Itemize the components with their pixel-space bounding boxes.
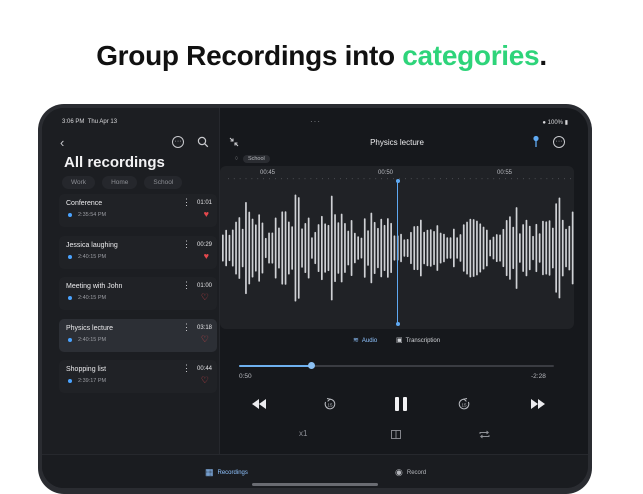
tab-transcription[interactable]: ▣ Transcription <box>396 336 440 344</box>
timeline-label: 00:50 <box>378 170 394 176</box>
tab-recordings[interactable]: ▦ Recordings <box>205 467 248 478</box>
pause-icon[interactable] <box>394 396 408 412</box>
status-dot <box>68 379 72 383</box>
item-menu-icon[interactable]: ⋮ <box>182 364 191 373</box>
pin-icon[interactable] <box>532 135 540 148</box>
svg-text:15: 15 <box>327 402 333 407</box>
status-dot <box>68 213 72 217</box>
back-icon[interactable]: ‹ <box>60 136 64 149</box>
elapsed-time: 0:50 <box>239 373 252 380</box>
category-tag[interactable]: ♢ School <box>234 155 270 163</box>
tag-icon: ♢ <box>234 156 239 162</box>
favorite-icon[interactable]: ♡ <box>201 334 209 344</box>
transcription-icon: ▣ <box>396 337 403 344</box>
status-bar: 3:06 PM Thu Apr 13 ··· ● 100% ▮ <box>42 117 588 129</box>
tab-bar: ▦ Recordings ◉ Record <box>42 454 588 488</box>
status-dot <box>68 337 72 342</box>
item-menu-icon[interactable]: ⋮ <box>182 239 191 248</box>
remaining-time: -2:28 <box>531 373 546 380</box>
recording-time: 2:39:17 PM <box>78 378 107 384</box>
search-icon[interactable] <box>197 136 209 148</box>
recording-duration: 00:29 <box>196 241 212 248</box>
recording-item[interactable]: Meeting with John 2:40:15 PM ⋮ 01:00 ♡ <box>59 277 217 310</box>
grid-icon: ▦ <box>205 467 214 477</box>
more-icon[interactable]: ··· <box>553 136 565 148</box>
audio-wave-icon: ≋ <box>353 337 359 344</box>
filter-chip[interactable]: Home <box>102 176 138 189</box>
recording-item[interactable]: Conference 2:35:54 PM ⋮ 01:01 ♥ <box>59 194 217 227</box>
recording-item[interactable]: Physics lecture 2:40:15 PM ⋮ 03:18 ♡ <box>59 318 217 352</box>
skip-back-icon[interactable]: 15 <box>324 398 336 410</box>
book-icon[interactable] <box>391 430 401 439</box>
tab-transcription-label: Transcription <box>405 338 441 344</box>
filter-chip[interactable]: School <box>144 176 183 189</box>
screen: ‹ ··· All recordings Work Home School Conf… <box>42 108 588 488</box>
playhead-handle[interactable] <box>395 322 400 326</box>
speed-button[interactable]: x1 <box>299 430 307 438</box>
tab-record-label: Record <box>406 470 427 476</box>
tab-record[interactable]: ◉ Record <box>395 467 426 478</box>
status-time: 3:06 PM Thu Apr 13 <box>62 119 118 125</box>
recording-time: 2:35:54 PM <box>78 212 107 218</box>
recording-item[interactable]: Jessica laughing 2:40:15 PM ⋮ 00:29 ♥ <box>59 235 217 269</box>
item-menu-icon[interactable]: ⋮ <box>182 281 191 290</box>
playhead-handle[interactable] <box>395 179 400 183</box>
status-dot <box>68 254 72 259</box>
filter-chip[interactable]: Work <box>62 176 96 189</box>
recording-duration: 03:18 <box>196 324 212 331</box>
repeat-icon[interactable] <box>479 430 490 439</box>
filter-chips: Work Home School <box>62 176 183 189</box>
timeline-label: 00:45 <box>260 170 276 176</box>
recording-time: 2:40:15 PM <box>78 295 107 301</box>
record-icon: ◉ <box>395 467 403 477</box>
rewind-icon[interactable] <box>251 398 267 410</box>
sidebar: ‹ ··· All recordings Work Home School Conf… <box>42 108 220 488</box>
recording-time: 2:40:15 PM <box>78 253 107 260</box>
skip-forward-icon[interactable]: 15 <box>458 398 470 410</box>
recording-duration: 00:44 <box>196 366 212 372</box>
recording-name: Conference <box>66 200 103 207</box>
tab-audio[interactable]: ≋ Audio <box>353 336 377 344</box>
playhead[interactable] <box>397 180 398 325</box>
favorite-icon[interactable]: ♥ <box>204 251 209 261</box>
page-title: All recordings <box>64 154 165 171</box>
home-indicator <box>252 483 378 486</box>
tag-label: School <box>242 155 270 163</box>
favorite-icon[interactable]: ♥ <box>204 210 209 219</box>
scrubber-knob[interactable] <box>307 362 315 369</box>
headline-accent: categories <box>402 40 540 71</box>
status-battery: ● 100% ▮ <box>542 120 568 126</box>
status-dot <box>68 296 72 300</box>
scrubber-progress <box>239 365 312 367</box>
recording-name: Jessica laughing <box>66 241 118 249</box>
tab-audio-label: Audio <box>361 338 378 344</box>
recording-duration: 01:00 <box>196 283 212 289</box>
item-menu-icon[interactable]: ⋮ <box>182 198 191 207</box>
favorite-icon[interactable]: ♡ <box>201 293 209 302</box>
headline: Group Recordings into categories. <box>96 40 547 71</box>
timeline-label: 00:55 <box>497 170 513 176</box>
recording-name: Physics lecture <box>66 324 114 332</box>
fast-forward-icon[interactable] <box>530 398 546 410</box>
recording-title: Physics lecture <box>370 138 424 147</box>
recording-duration: 01:01 <box>196 200 212 206</box>
tab-recordings-label: Recordings <box>217 470 248 476</box>
recording-time: 2:40:15 PM <box>78 336 107 343</box>
recording-item[interactable]: Shopping list 2:39:17 PM ⋮ 00:44 ♡ <box>59 360 217 393</box>
more-icon[interactable]: ··· <box>172 136 184 148</box>
item-menu-icon[interactable]: ⋮ <box>182 322 191 331</box>
recording-name: Meeting with John <box>66 283 123 290</box>
favorite-icon[interactable]: ♡ <box>201 376 209 385</box>
multitask-dots: ··· <box>310 117 321 126</box>
collapse-icon[interactable] <box>228 136 240 148</box>
svg-text:15: 15 <box>461 402 467 407</box>
recording-name: Shopping list <box>66 366 107 373</box>
